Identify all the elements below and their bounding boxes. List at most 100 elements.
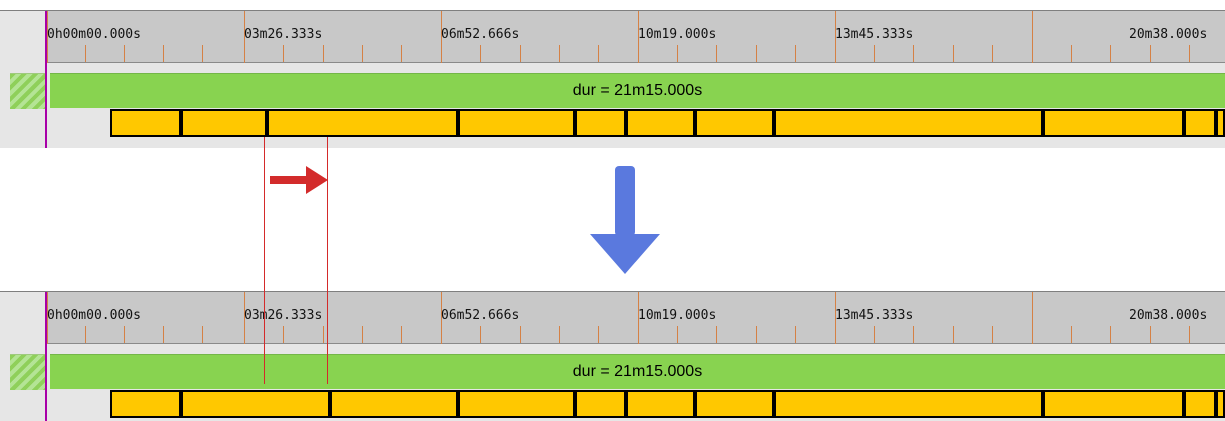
segment[interactable] [110, 390, 181, 418]
segment-strip [110, 390, 1225, 418]
minor-tick [362, 45, 363, 62]
minor-tick [559, 45, 560, 62]
minor-tick [992, 326, 993, 343]
minor-tick [85, 45, 86, 62]
minor-tick [124, 45, 125, 62]
segment[interactable] [774, 390, 1043, 418]
duration-bar[interactable]: dur = 21m15.000s [50, 354, 1225, 389]
ruler-label: 03m26.333s [244, 27, 323, 42]
segment[interactable] [110, 109, 181, 137]
time-ruler[interactable]: 0h00m00.000s 03m26.333s 06m52.666s 10m19… [47, 292, 1225, 344]
minor-tick [1189, 326, 1190, 343]
minor-tick [520, 326, 521, 343]
segment[interactable] [1216, 109, 1225, 137]
minor-tick [401, 45, 402, 62]
ruler-label: 0h00m00.000s [47, 308, 141, 323]
minor-tick [677, 326, 678, 343]
minor-tick [85, 326, 86, 343]
ruler-label: 06m52.666s [441, 308, 520, 323]
timeline-after: 0h00m00.000s 03m26.333s 06m52.666s 10m19… [0, 291, 1225, 421]
minor-tick [756, 45, 757, 62]
minor-tick [677, 45, 678, 62]
minor-tick [1150, 326, 1151, 343]
minor-tick [323, 326, 324, 343]
segment[interactable] [181, 390, 330, 418]
minor-tick [401, 326, 402, 343]
minor-tick [283, 326, 284, 343]
segment[interactable] [181, 109, 267, 137]
minor-tick [163, 45, 164, 62]
ruler-label: 20m38.000s [1129, 27, 1208, 42]
segment[interactable] [1216, 390, 1225, 418]
striped-icon [10, 354, 45, 390]
minor-tick [480, 45, 481, 62]
minor-tick [559, 326, 560, 343]
red-right-arrow-icon [270, 166, 328, 194]
minor-tick [1071, 45, 1072, 62]
minor-tick [874, 45, 875, 62]
guide-line-original-boundary [264, 137, 265, 384]
minor-tick [1071, 326, 1072, 343]
segment[interactable] [267, 109, 458, 137]
segment[interactable] [330, 390, 458, 418]
timeline-before: 0h00m00.000s 03m26.333s 06m52.666s 10m19… [0, 10, 1225, 148]
segment[interactable] [626, 390, 695, 418]
blue-down-arrow-icon [590, 166, 660, 274]
minor-tick [598, 326, 599, 343]
minor-tick [874, 326, 875, 343]
major-tick [1032, 292, 1033, 344]
duration-bar[interactable]: dur = 21m15.000s [50, 73, 1225, 108]
minor-tick [795, 45, 796, 62]
ruler-label: 03m26.333s [244, 308, 323, 323]
ruler-label: 20m38.000s [1129, 308, 1208, 323]
minor-tick [1189, 45, 1190, 62]
segment[interactable] [626, 109, 695, 137]
time-ruler[interactable]: 0h00m00.000s 03m26.333s 06m52.666s 10m19… [47, 11, 1225, 63]
segment[interactable] [575, 390, 626, 418]
segment[interactable] [1043, 390, 1184, 418]
minor-tick [795, 326, 796, 343]
minor-tick [1110, 45, 1111, 62]
minor-tick [480, 326, 481, 343]
segment[interactable] [774, 109, 1043, 137]
minor-tick [716, 45, 717, 62]
minor-tick [992, 45, 993, 62]
minor-tick [1110, 326, 1111, 343]
ruler-label: 0h00m00.000s [47, 27, 141, 42]
segment[interactable] [1043, 109, 1184, 137]
minor-tick [323, 45, 324, 62]
segment[interactable] [1184, 109, 1216, 137]
segment-strip [110, 109, 1225, 137]
minor-tick [756, 326, 757, 343]
minor-tick [913, 326, 914, 343]
segment[interactable] [1184, 390, 1216, 418]
timeline-comparison: 0h00m00.000s 03m26.333s 06m52.666s 10m19… [0, 0, 1225, 421]
minor-tick [520, 45, 521, 62]
segment[interactable] [458, 109, 575, 137]
duration-label: dur = 21m15.000s [572, 363, 703, 380]
minor-tick [1150, 45, 1151, 62]
minor-tick [953, 326, 954, 343]
ruler-label: 10m19.000s [638, 27, 717, 42]
ruler-label: 10m19.000s [638, 308, 717, 323]
segment[interactable] [695, 390, 774, 418]
minor-tick [202, 45, 203, 62]
minor-tick [953, 45, 954, 62]
minor-tick [124, 326, 125, 343]
ruler-label: 13m45.333s [835, 27, 914, 42]
minor-tick [283, 45, 284, 62]
segment[interactable] [575, 109, 626, 137]
minor-tick [716, 326, 717, 343]
minor-tick [362, 326, 363, 343]
minor-tick [163, 326, 164, 343]
major-tick [1032, 11, 1033, 63]
striped-icon [10, 73, 45, 109]
minor-tick [598, 45, 599, 62]
minor-tick [202, 326, 203, 343]
segment[interactable] [695, 109, 774, 137]
duration-label: dur = 21m15.000s [572, 82, 703, 99]
segment[interactable] [458, 390, 575, 418]
minor-tick [913, 45, 914, 62]
ruler-label: 06m52.666s [441, 27, 520, 42]
ruler-label: 13m45.333s [835, 308, 914, 323]
